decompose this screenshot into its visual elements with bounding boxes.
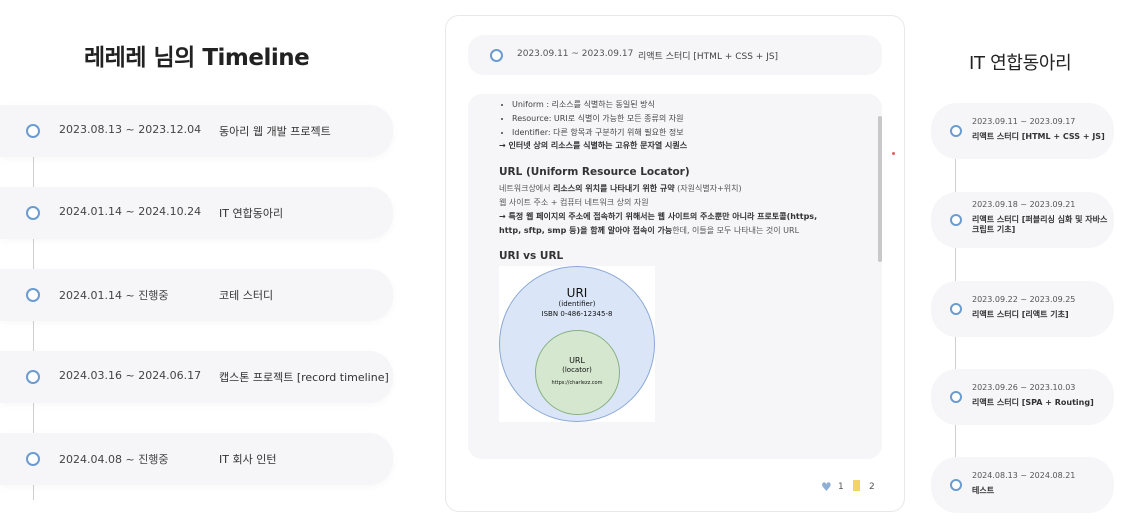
like-count: 1 [838,482,844,492]
timeline-item-date: 2024.01.14 ~ 진행중 [59,289,169,302]
timeline-dot-icon [950,125,962,137]
timeline-dot-icon [26,370,40,384]
timeline-item-name: 리액트 스터디 [퍼블리싱 심화 및 자바스크립트 기초] [972,215,1108,234]
scrollbar[interactable] [878,116,882,262]
url-definition: 네트워크상에서 리소스의 위치를 나타내기 위한 규약 (자원식별자+위치) [499,183,742,194]
timeline-item-date: 2024.04.08 ~ 진행중 [59,453,169,466]
timeline-item-date: 2024.03.16 ~ 2024.06.17 [59,369,202,382]
bullet-item: Identifier: 다른 항목과 구분하기 위해 필요한 정보 [512,126,684,140]
timeline-item-name: 테스트 [972,486,995,495]
timeline-item-name: 리액트 스터디 [SPA + Routing] [972,398,1094,407]
url-note-line-2: http, sftp, smp 등)을 함께 알아야 접속이 가능한데, 이들을… [499,225,799,236]
bullet-item: Uniform : 리소스를 식별하는 동일된 방식 [512,98,684,112]
timeline-item[interactable]: 2023.09.26 ~ 2023.10.03 리액트 스터디 [SPA + R… [931,369,1114,425]
vs-heading: URI vs URL [499,250,564,262]
timeline-dot-icon [950,303,962,315]
uri-summary-text: → 인터넷 상의 리소스를 식별하는 고유한 문자열 시퀀스 [499,141,688,150]
timeline-dot-icon [26,288,40,302]
timeline-item-date: 2023.08.13 ~ 2023.12.04 [59,123,202,136]
timeline-item[interactable]: 2023.09.18 ~ 2023.09.21 리액트 스터디 [퍼블리싱 심화… [931,192,1114,248]
group-title: IT 연합동아리 [969,53,1072,74]
timeline-dot-icon [950,479,962,491]
bookmark-icon[interactable] [853,480,860,491]
post-footer: ♥ 1 2 [446,478,906,498]
url-note-suffix: 한데, 이들을 모두 나타내는 것이 URL [672,226,800,235]
uri-example: ISBN 0-486-12345-8 [541,310,613,318]
timeline-dot-icon [490,49,503,62]
timeline-item-name: IT 연합동아리 [219,207,284,220]
post-title: 리액트 스터디 [HTML + CSS + JS] [638,52,779,62]
timeline-item[interactable]: 2023.09.11 ~ 2023.09.17 리액트 스터디 [HTML + … [931,103,1114,159]
url-note-bold-1: → 특정 웹 페이지의 주소에 접속하기 위해서는 웹 사이트의 주소뿐만 아니… [499,212,818,221]
timeline-item[interactable]: 2024.03.16 ~ 2024.06.17 캡스톤 프로젝트 [record… [0,351,393,403]
url-site: 웹 사이트 주소 + 컴퓨터 네트워크 상의 자원 [499,198,649,207]
url-note-bold-2: http, sftp, smp 등)을 함께 알아야 접속이 가능 [499,226,673,235]
bookmark-count: 2 [869,482,875,492]
timeline-item-date: 2024.08.13 ~ 2024.08.21 [972,471,1076,480]
timeline-item-name: 캡스톤 프로젝트 [record timeline] [219,371,389,384]
uri-url-diagram: URI (identifier) ISBN 0-486-12345-8 URL … [499,266,655,422]
timeline-item[interactable]: 2024.04.08 ~ 진행중 IT 회사 인턴 [0,433,393,485]
timeline-item-name: 코테 스터디 [219,289,274,302]
uri-summary: → 인터넷 상의 리소스를 식별하는 고유한 문자열 시퀀스 [499,140,687,151]
marker-dot [892,152,895,155]
timeline-dot-icon [26,124,40,138]
url-def-suffix: (자원식별자+위치) [674,184,742,193]
timeline-item[interactable]: 2024.01.14 ~ 2024.10.24 IT 연합동아리 [0,187,393,239]
url-heading: URL (Uniform Resource Locator) [499,166,690,178]
url-label: URL [569,356,585,365]
post-card: 2023.09.11 ~ 2023.09.17 리액트 스터디 [HTML + … [445,15,905,512]
timeline-title: 레레레 님의 Timeline [84,45,310,71]
bullet-item: Resource: URI로 식별이 가능한 모든 종류의 자원 [512,112,684,126]
timeline-dot-icon [950,391,962,403]
timeline-item-name: 리액트 스터디 [리액트 기초] [972,310,1069,319]
timeline-item[interactable]: 2023.09.22 ~ 2023.09.25 리액트 스터디 [리액트 기초] [931,281,1114,337]
url-example: https://charlezz.com [551,380,603,386]
timeline-item-date: 2023.09.11 ~ 2023.09.17 [972,117,1076,126]
timeline-item-name: 리액트 스터디 [HTML + CSS + JS] [972,132,1105,141]
timeline-dot-icon [26,206,40,220]
uri-label: URI [566,286,588,300]
timeline-item-date: 2023.09.18 ~ 2023.09.21 [972,200,1076,209]
url-def-bold: 리소스의 위치를 나타내기 위한 규약 [553,184,675,193]
timeline-item-date: 2023.09.22 ~ 2023.09.25 [972,295,1076,304]
timeline-item-name: 동아리 웹 개발 프로젝트 [219,125,331,138]
heart-icon[interactable]: ♥ [821,480,832,494]
timeline-item[interactable]: 2023.08.13 ~ 2023.12.04 동아리 웹 개발 프로젝트 [0,105,393,157]
timeline-dot-icon [26,452,40,466]
post-date: 2023.09.11 ~ 2023.09.17 [517,49,634,59]
timeline-item[interactable]: 2024.08.13 ~ 2024.08.21 테스트 [931,457,1114,513]
timeline-item[interactable]: 2024.01.14 ~ 진행중 코테 스터디 [0,269,393,321]
post-header[interactable]: 2023.09.11 ~ 2023.09.17 리액트 스터디 [HTML + … [468,35,882,75]
timeline-item-date: 2024.01.14 ~ 2024.10.24 [59,205,202,218]
url-note-line-1: → 특정 웹 페이지의 주소에 접속하기 위해서는 웹 사이트의 주소뿐만 아니… [499,211,817,222]
timeline-item-name: IT 회사 인턴 [219,453,277,466]
url-sub: (locator) [562,366,592,374]
url-def-prefix: 네트워크상에서 [499,184,554,193]
post-content[interactable]: Uniform : 리소스를 식별하는 동일된 방식 Resource: URI… [468,94,882,459]
uri-sub: (identifier) [558,300,596,308]
timeline-dot-icon [950,214,962,226]
timeline-item-date: 2023.09.26 ~ 2023.10.03 [972,383,1076,392]
uri-bullet-list: Uniform : 리소스를 식별하는 동일된 방식 Resource: URI… [512,98,684,140]
